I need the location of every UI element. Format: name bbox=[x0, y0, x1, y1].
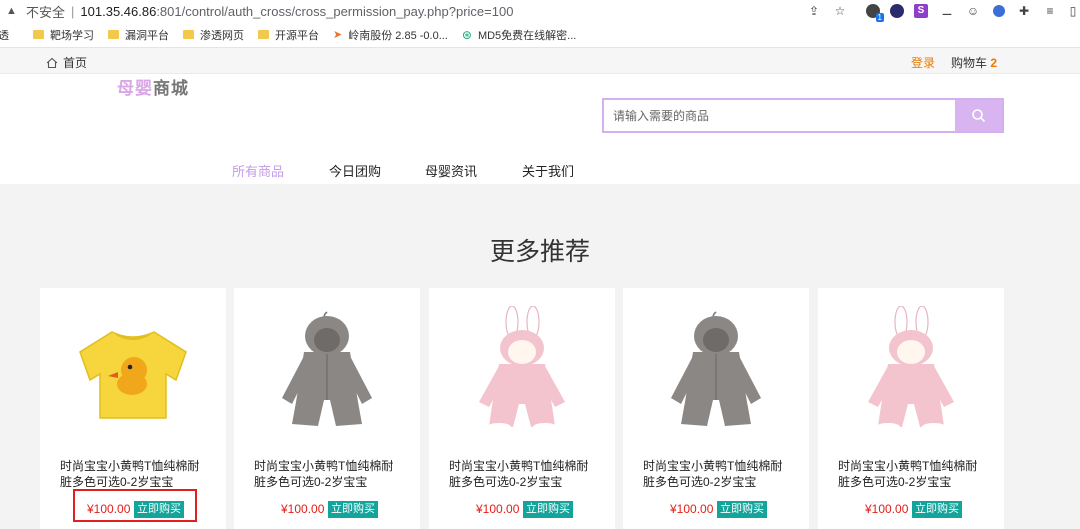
site-logo[interactable]: 母婴商城 bbox=[117, 74, 189, 99]
nav-all-products[interactable]: 所有商品 bbox=[232, 161, 284, 180]
stock-icon: ➤ bbox=[333, 29, 343, 41]
product-card[interactable]: 时尚宝宝小黄鸭T恤纯棉耐脏多色可选0-2岁宝宝 ¥100.00 立即购买 bbox=[429, 288, 615, 529]
sneaker-extension-icon[interactable]: ⚊ bbox=[939, 2, 955, 20]
bookmark-item[interactable]: 透 bbox=[0, 27, 9, 43]
gray-hooded-romper-image[interactable] bbox=[651, 306, 781, 440]
buy-now-button[interactable]: 立即购买 bbox=[912, 501, 962, 518]
nav-news[interactable]: 母婴资讯 bbox=[425, 161, 477, 180]
insecure-label: 不安全 bbox=[26, 4, 66, 20]
window-icon[interactable]: ▯ bbox=[1066, 2, 1080, 20]
buy-now-button[interactable]: 立即购买 bbox=[523, 501, 573, 518]
folder-icon bbox=[108, 30, 119, 39]
reading-list-icon[interactable]: ≡ bbox=[1042, 2, 1058, 20]
product-card[interactable]: 时尚宝宝小黄鸭T恤纯棉耐脏多色可选0-2岁宝宝 ¥100.00 立即购买 bbox=[623, 288, 809, 529]
product-name[interactable]: 时尚宝宝小黄鸭T恤纯棉耐脏多色可选0-2岁宝宝 bbox=[60, 458, 210, 490]
globe-extension-icon[interactable] bbox=[991, 2, 1007, 20]
bookmark-item[interactable]: ➤ 岭南股份 2.85 -0.0... bbox=[333, 27, 448, 43]
product-card[interactable]: 时尚宝宝小黄鸭T恤纯棉耐脏多色可选0-2岁宝宝 ¥100.00 立即购买 bbox=[234, 288, 420, 529]
gray-hooded-romper-image[interactable] bbox=[262, 306, 392, 440]
login-link[interactable]: 登录 bbox=[911, 54, 935, 71]
price-highlight-box bbox=[73, 489, 197, 522]
layers-extension-icon[interactable] bbox=[888, 2, 906, 20]
product-price: ¥100.00 bbox=[670, 502, 714, 516]
product-name[interactable]: 时尚宝宝小黄鸭T恤纯棉耐脏多色可选0-2岁宝宝 bbox=[449, 458, 599, 490]
folder-icon bbox=[33, 30, 44, 39]
product-card[interactable]: 时尚宝宝小黄鸭T恤纯棉耐脏多色可选0-2岁宝宝 ¥100.00 立即购买 bbox=[818, 288, 1004, 529]
product-name[interactable]: 时尚宝宝小黄鸭T恤纯棉耐脏多色可选0-2岁宝宝 bbox=[643, 458, 793, 490]
bookmark-item[interactable]: 渗透网页 bbox=[183, 27, 244, 43]
product-price: ¥100.00 bbox=[281, 502, 325, 516]
site-top-bar: 首页 登录 购物车 2 bbox=[0, 48, 1080, 74]
section-title: 更多推荐 bbox=[489, 238, 590, 266]
extension-badge-icon[interactable]: 1 bbox=[864, 2, 884, 22]
yellow-duck-tshirt-image[interactable] bbox=[68, 306, 198, 440]
home-link[interactable]: 首页 bbox=[46, 54, 87, 71]
cart-link[interactable]: 购物车 2 bbox=[951, 54, 997, 71]
s-extension-icon[interactable]: S bbox=[913, 2, 929, 20]
folder-icon bbox=[183, 30, 194, 39]
bookmark-item[interactable]: 漏洞平台 bbox=[108, 27, 169, 43]
folder-icon bbox=[258, 30, 269, 39]
nav-group-buy[interactable]: 今日团购 bbox=[329, 161, 381, 180]
puzzle-icon[interactable]: ✚ bbox=[1016, 2, 1032, 20]
product-name[interactable]: 时尚宝宝小黄鸭T恤纯棉耐脏多色可选0-2岁宝宝 bbox=[838, 458, 988, 490]
home-icon bbox=[46, 57, 58, 68]
search-button[interactable] bbox=[955, 100, 1002, 131]
product-name[interactable]: 时尚宝宝小黄鸭T恤纯棉耐脏多色可选0-2岁宝宝 bbox=[254, 458, 404, 490]
bookmarks-bar: 透 靶场学习 漏洞平台 渗透网页 开源平台 ➤ 岭南股份 2.85 -0.0...… bbox=[0, 22, 1080, 48]
md5-icon: ⊛ bbox=[461, 27, 472, 42]
product-price: ¥100.00 bbox=[476, 502, 520, 516]
nav-about-us[interactable]: 关于我们 bbox=[522, 161, 574, 180]
star-icon[interactable]: ☆ bbox=[832, 2, 848, 20]
search-input[interactable] bbox=[604, 100, 955, 131]
address-separator: | bbox=[71, 3, 75, 19]
bookmark-item[interactable]: 靶场学习 bbox=[33, 27, 94, 43]
pink-bunny-romper-image[interactable] bbox=[846, 306, 976, 440]
site-header: 母婴商城 所有商品 今日团购 母婴资讯 关于我们 bbox=[0, 74, 1080, 184]
share-icon[interactable]: ⇪ bbox=[806, 2, 822, 20]
product-price: ¥100.00 bbox=[865, 502, 909, 516]
buy-now-button[interactable]: 立即购买 bbox=[328, 501, 378, 518]
bookmark-item[interactable]: ⊛ MD5免费在线解密... bbox=[462, 27, 576, 43]
url-text[interactable]: 101.35.46.86:801/control/auth_cross/cros… bbox=[80, 4, 513, 19]
warning-icon: ▲ bbox=[6, 5, 17, 17]
search-box bbox=[602, 98, 1004, 133]
pink-bunny-romper-image[interactable] bbox=[457, 306, 587, 440]
search-icon bbox=[972, 109, 986, 123]
buy-now-button[interactable]: 立即购买 bbox=[717, 501, 767, 518]
bookmark-item[interactable]: 开源平台 bbox=[258, 27, 319, 43]
robot-extension-icon[interactable]: ☺ bbox=[965, 2, 981, 20]
cart-count: 2 bbox=[990, 56, 998, 70]
